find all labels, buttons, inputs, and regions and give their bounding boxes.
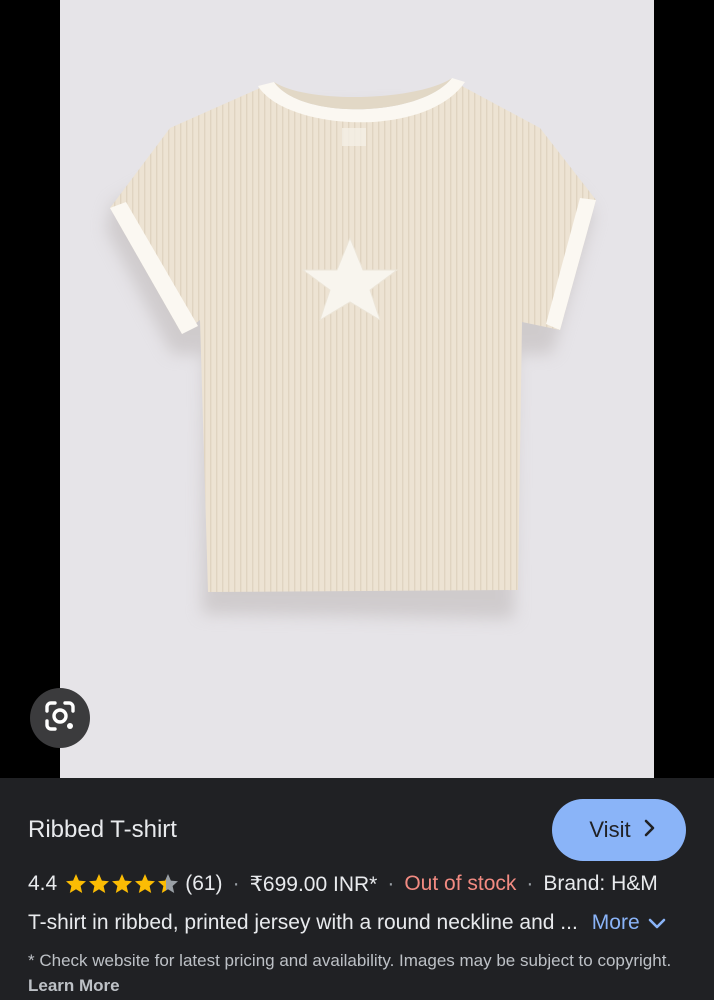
separator: ·	[526, 872, 534, 895]
learn-more-link[interactable]: Learn More	[28, 976, 120, 995]
product-meta-row: 4.4 (61) · ₹699.00 INR* · Out of stock ·…	[28, 870, 658, 898]
visit-label: Visit	[589, 817, 631, 842]
separator: ·	[387, 872, 395, 895]
product-description: T-shirt in ribbed, printed jersey with a…	[28, 911, 578, 934]
pricing-disclaimer: * Check website for latest pricing and a…	[28, 948, 688, 998]
chevron-down-icon	[648, 911, 666, 935]
image-viewer	[0, 0, 714, 778]
star-icon	[89, 874, 110, 893]
product-description-row: T-shirt in ribbed, printed jersey with a…	[28, 908, 698, 938]
star-icon	[112, 874, 133, 893]
stock-status: Out of stock	[404, 872, 517, 895]
product-image[interactable]	[60, 0, 654, 778]
star-icon	[66, 874, 87, 893]
more-label: More	[591, 911, 640, 934]
star-rating	[65, 873, 179, 895]
more-button[interactable]: More	[592, 911, 666, 935]
brand: Brand: H&M	[543, 872, 658, 895]
price: ₹699.00 INR*	[249, 872, 378, 896]
product-title[interactable]: Ribbed T-shirt	[28, 816, 177, 844]
google-lens-button[interactable]	[30, 688, 90, 748]
chevron-right-icon	[643, 817, 655, 843]
separator: ·	[232, 872, 240, 895]
google-lens-icon	[43, 699, 77, 738]
t-shirt-illustration	[106, 78, 596, 619]
disclaimer-text: * Check website for latest pricing and a…	[28, 951, 672, 970]
review-count[interactable]: (61)	[185, 872, 222, 896]
star-icon	[135, 874, 156, 893]
rating-value: 4.4	[28, 872, 58, 895]
visit-button[interactable]: Visit	[552, 799, 686, 861]
star-half-icon	[158, 874, 179, 893]
product-details-panel: Ribbed T-shirt Visit 4.4 (61) · ₹699.00 …	[0, 778, 714, 1000]
